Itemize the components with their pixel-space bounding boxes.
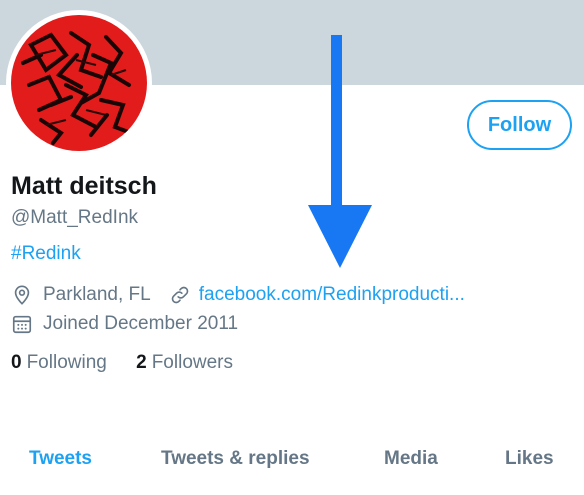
calendar-icon bbox=[12, 315, 32, 334]
website-link[interactable]: facebook.com/Redinkproducti... bbox=[199, 284, 465, 306]
tab-tweets-and-replies[interactable]: Tweets & replies bbox=[161, 448, 310, 470]
following-label: Following bbox=[26, 352, 107, 373]
location-row: Parkland, FL facebook.com/Redinkproducti… bbox=[11, 284, 465, 306]
down-arrow-icon bbox=[308, 35, 372, 268]
tab-tweets[interactable]: Tweets bbox=[29, 448, 92, 470]
followers-link[interactable]: 2 Followers bbox=[136, 352, 233, 373]
follow-counts: 0 Following 2 Followers bbox=[11, 352, 257, 374]
joined-row: Joined December 2011 bbox=[11, 313, 238, 335]
follow-button-label: Follow bbox=[487, 113, 552, 136]
location-pin-icon bbox=[14, 285, 30, 305]
tab-likes[interactable]: Likes bbox=[505, 448, 554, 470]
display-name: Matt deitsch bbox=[11, 172, 157, 200]
follow-button[interactable]: Follow bbox=[467, 100, 572, 150]
bio-hashtag[interactable]: #Redink bbox=[11, 243, 81, 265]
profile-tabs: Tweets Tweets & replies Media Likes bbox=[0, 448, 584, 483]
following-count: 0 bbox=[11, 352, 22, 373]
avatar-image bbox=[11, 15, 147, 151]
followers-count: 2 bbox=[136, 352, 147, 373]
link-icon bbox=[171, 286, 189, 304]
followers-label: Followers bbox=[151, 352, 234, 373]
joined-text: Joined December 2011 bbox=[43, 313, 239, 334]
avatar[interactable] bbox=[6, 10, 152, 156]
following-link[interactable]: 0 Following bbox=[11, 352, 112, 373]
profile-page: Follow Matt deitsch @Matt_RedInk #Redink… bbox=[0, 0, 584, 495]
location-text: Parkland, FL bbox=[43, 284, 151, 305]
tab-media[interactable]: Media bbox=[384, 448, 438, 470]
user-handle: @Matt_RedInk bbox=[11, 207, 139, 228]
